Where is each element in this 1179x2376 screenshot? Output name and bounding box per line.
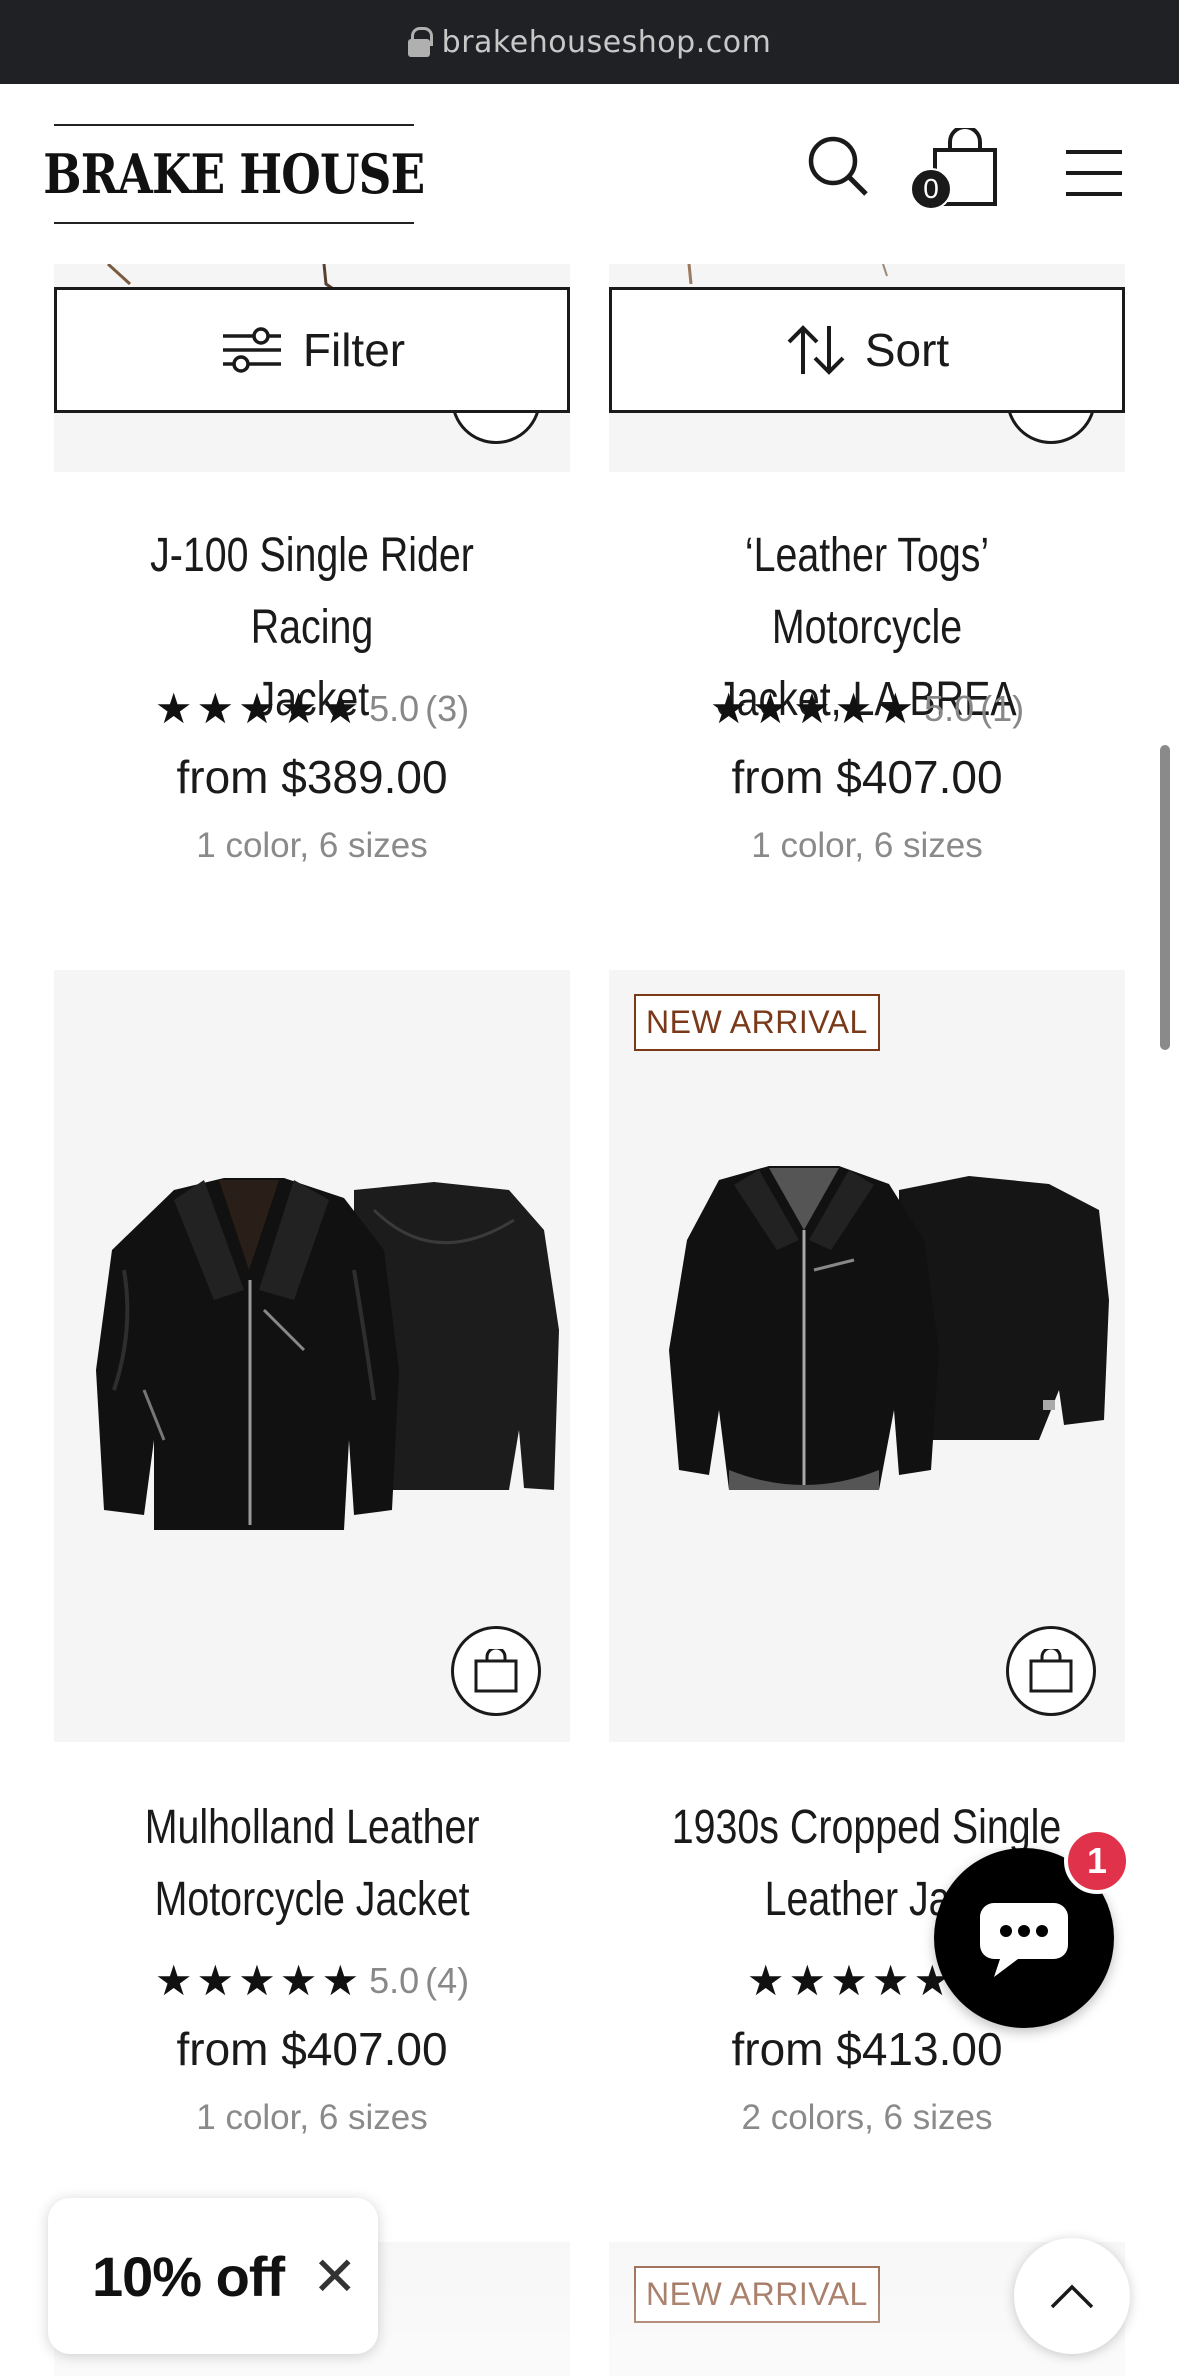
product-rating: ★★★★★ 5.0 (4)	[154, 1956, 470, 2005]
quick-add-bag-icon	[474, 1649, 518, 1693]
sort-label: Sort	[864, 324, 950, 376]
filter-icon	[222, 327, 281, 373]
product-variants: 2 colors, 6 sizes	[741, 2098, 993, 2137]
quick-add-bag-icon	[1029, 1649, 1073, 1693]
product-price: from $413.00	[731, 2023, 1003, 2075]
product-variants: 1 color, 6 sizes	[196, 2098, 428, 2137]
new-arrival-badge: NEW ARRIVAL	[634, 2266, 880, 2323]
site-logo[interactable]: BRAKE HOUSE	[43, 124, 425, 224]
cart-count-badge: 0	[910, 168, 952, 210]
url-text: brakehouseshop.com	[441, 24, 772, 60]
site-header: BRAKE HOUSE 0	[0, 84, 1179, 264]
discount-popup[interactable]: 10% off ✕	[48, 2198, 378, 2354]
product-rating: ★★★★★ 5.0 (1)	[709, 684, 1025, 733]
close-icon[interactable]: ✕	[312, 2245, 357, 2308]
discount-label[interactable]: 10% off	[92, 2244, 285, 2309]
browser-url-bar[interactable]: brakehouseshop.com	[0, 0, 1179, 84]
quick-add-button[interactable]	[1006, 1626, 1096, 1716]
cart-button[interactable]: 0	[910, 128, 1000, 210]
product-title[interactable]: Mulholland Leather Motorcycle Jacket	[54, 1792, 570, 1936]
sort-icon	[787, 325, 845, 375]
chat-icon	[980, 1903, 1068, 1977]
chevron-up-icon	[1050, 2284, 1094, 2309]
back-to-top-button[interactable]	[1014, 2238, 1130, 2354]
sort-button[interactable]: Sort	[609, 287, 1125, 413]
product-rating: ★★★★★ 5.0 (3)	[154, 684, 470, 733]
product-price: from $407.00	[731, 751, 1003, 803]
search-icon[interactable]	[806, 134, 870, 198]
chat-unread-badge: 1	[1064, 1828, 1130, 1894]
star-rating-icon: ★★★★★	[154, 684, 364, 733]
menu-icon[interactable]	[1064, 148, 1124, 198]
star-rating-icon: ★★★★★	[709, 684, 919, 733]
filter-label: Filter	[302, 324, 406, 376]
product-variants: 1 color, 6 sizes	[196, 826, 428, 865]
lock-icon	[407, 27, 433, 57]
star-rating-icon: ★★★★★	[154, 1956, 364, 2005]
product-price: from $407.00	[176, 2023, 448, 2075]
quick-add-button[interactable]	[451, 1626, 541, 1716]
product-price: from $389.00	[176, 751, 448, 803]
product-variants: 1 color, 6 sizes	[751, 826, 983, 865]
filter-button[interactable]: Filter	[54, 287, 570, 413]
scrollbar-thumb[interactable]	[1160, 745, 1170, 1050]
new-arrival-badge: NEW ARRIVAL	[634, 994, 880, 1051]
star-rating-icon: ★★★★★	[746, 1956, 956, 2005]
